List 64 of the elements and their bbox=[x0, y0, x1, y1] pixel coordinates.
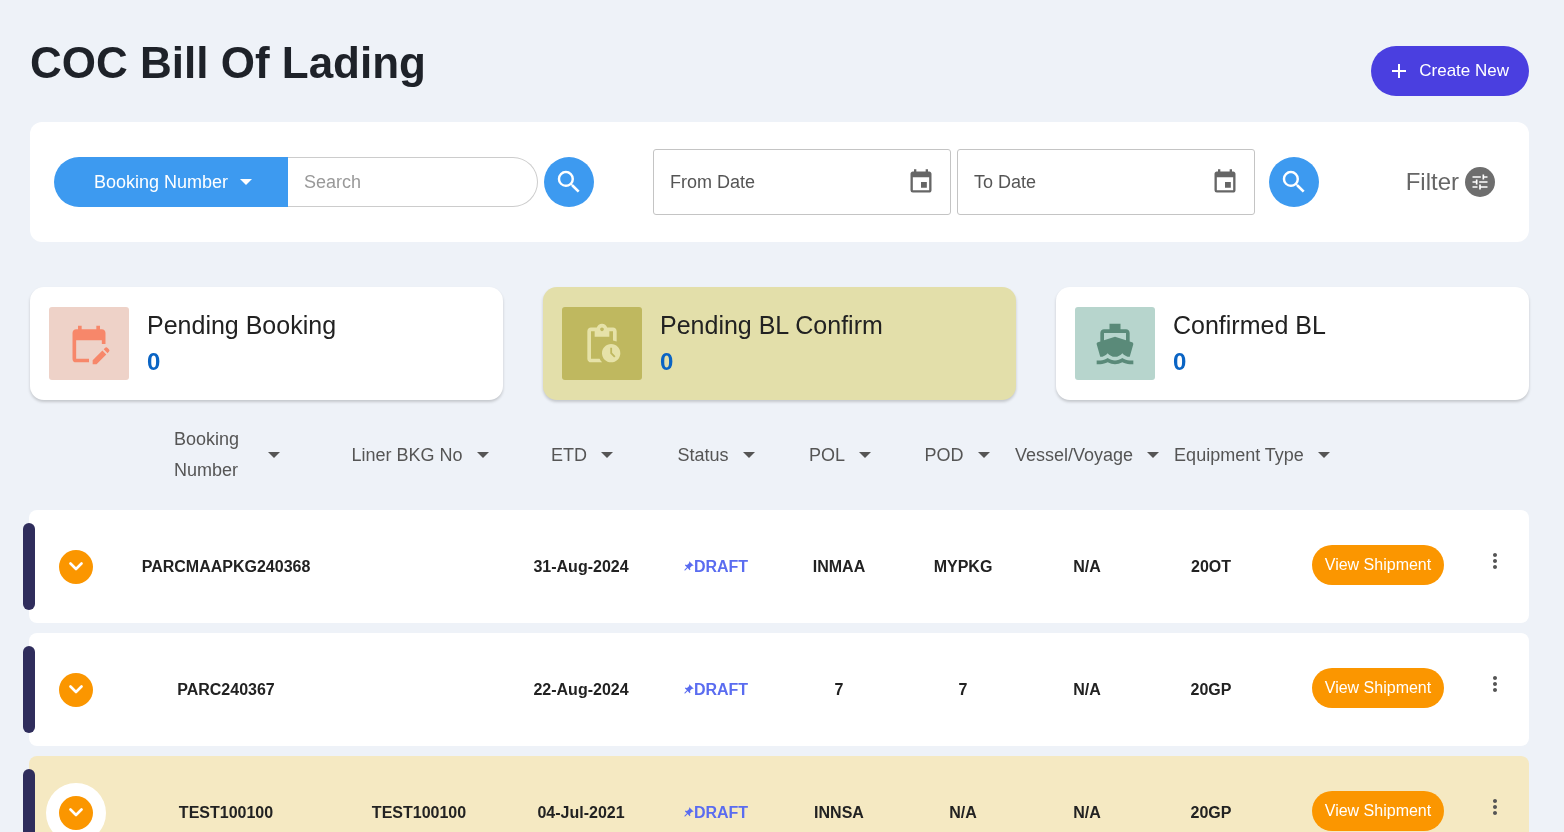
stat-title: Pending BL Confirm bbox=[660, 311, 883, 340]
column-header[interactable]: ETD bbox=[551, 439, 587, 471]
page-title: COC Bill Of Lading bbox=[30, 38, 426, 88]
chevron-icon bbox=[69, 562, 83, 571]
search-button[interactable] bbox=[544, 157, 595, 207]
filter-label[interactable]: Filter bbox=[1405, 168, 1459, 196]
stat-title: Confirmed BL bbox=[1173, 311, 1326, 340]
table-cell: PARC240367 bbox=[177, 680, 275, 699]
column-header[interactable]: Liner BKG No bbox=[351, 439, 463, 471]
sort-caret-icon[interactable] bbox=[1147, 452, 1160, 458]
table-cell: 20GP bbox=[1190, 803, 1232, 822]
table-cell: 04-Jul-2021 bbox=[537, 803, 625, 822]
table-cell: TEST100100 bbox=[178, 803, 274, 822]
stat-title: Pending Booking bbox=[147, 311, 337, 340]
sort-caret-icon[interactable] bbox=[859, 452, 871, 458]
table-cell: MYPKG bbox=[933, 557, 993, 576]
create-new-button[interactable]: Create New bbox=[1371, 46, 1529, 96]
column-header[interactable]: Status bbox=[677, 439, 729, 471]
table-cell: INMAA bbox=[812, 557, 866, 576]
table-row[interactable]: PARC240367 22-Aug-2024 DRAFT 7 7 N/A 20GP View Shipment bbox=[29, 633, 1529, 746]
table-cell: N/A bbox=[1073, 680, 1101, 699]
table-cell: 7 bbox=[958, 680, 968, 699]
caret-icon bbox=[240, 179, 253, 185]
table-cell: N/A bbox=[949, 803, 977, 822]
search-field[interactable]: Search bbox=[288, 157, 539, 207]
stat-card[interactable]: Pending BL Confirm 0 bbox=[543, 287, 1016, 400]
status-label: DRAFT bbox=[681, 680, 749, 699]
table-cell: TEST100100 bbox=[371, 803, 467, 822]
table-cell: N/A bbox=[1073, 803, 1101, 822]
table-cell: PARCMAAPKG240368 bbox=[141, 557, 311, 576]
sort-caret-icon[interactable] bbox=[977, 452, 990, 458]
table-cell: N/A bbox=[1073, 557, 1101, 576]
filter-icon[interactable] bbox=[1465, 167, 1495, 197]
table-cell: 20OT bbox=[1191, 557, 1231, 576]
stat-card[interactable]: Confirmed BL 0 bbox=[1056, 287, 1529, 400]
column-header[interactable]: POL bbox=[809, 439, 845, 471]
row-accent-bar bbox=[23, 769, 35, 832]
sort-caret-icon[interactable] bbox=[476, 452, 489, 458]
table-row[interactable]: PARCMAAPKG240368 31-Aug-2024 DRAFT INMAA MYPKG N/A 20OT View Shipment bbox=[29, 510, 1529, 623]
table-cell: 31-Aug-2024 bbox=[533, 557, 629, 576]
table-row[interactable]: TEST100100 TEST100100 04-Jul-2021 DRAFT INNSA N/A N/A 20GP View Shipment bbox=[29, 756, 1529, 832]
sort-caret-icon[interactable] bbox=[601, 452, 613, 458]
sort-caret-icon[interactable] bbox=[742, 452, 755, 458]
table-cell: INNSA bbox=[814, 803, 864, 822]
search-button[interactable] bbox=[1269, 157, 1320, 207]
status-label: DRAFT bbox=[681, 803, 749, 822]
status-label: DRAFT bbox=[681, 557, 749, 576]
table-cell: 7 bbox=[834, 680, 844, 699]
sort-caret-icon[interactable] bbox=[268, 452, 280, 458]
to-date-field[interactable]: To Date bbox=[957, 149, 1256, 215]
table-cell: 22-Aug-2024 bbox=[533, 680, 629, 699]
column-header[interactable]: POD bbox=[924, 439, 964, 471]
sort-caret-icon[interactable] bbox=[1317, 452, 1330, 458]
column-header[interactable]: Vessel/Voyage bbox=[1014, 439, 1134, 471]
stat-count: 0 bbox=[660, 348, 675, 376]
from-date-field[interactable]: From Date bbox=[653, 149, 952, 215]
stat-card[interactable]: Pending Booking 0 bbox=[30, 287, 503, 400]
table-cell: 20GP bbox=[1190, 680, 1232, 699]
stat-count: 0 bbox=[147, 348, 162, 376]
chevron-icon bbox=[69, 685, 83, 694]
column-header[interactable]: Equipment Type bbox=[1174, 439, 1304, 471]
stat-count: 0 bbox=[1173, 348, 1188, 376]
chevron-icon bbox=[69, 808, 83, 817]
column-header[interactable]: Booking Number bbox=[174, 424, 254, 486]
